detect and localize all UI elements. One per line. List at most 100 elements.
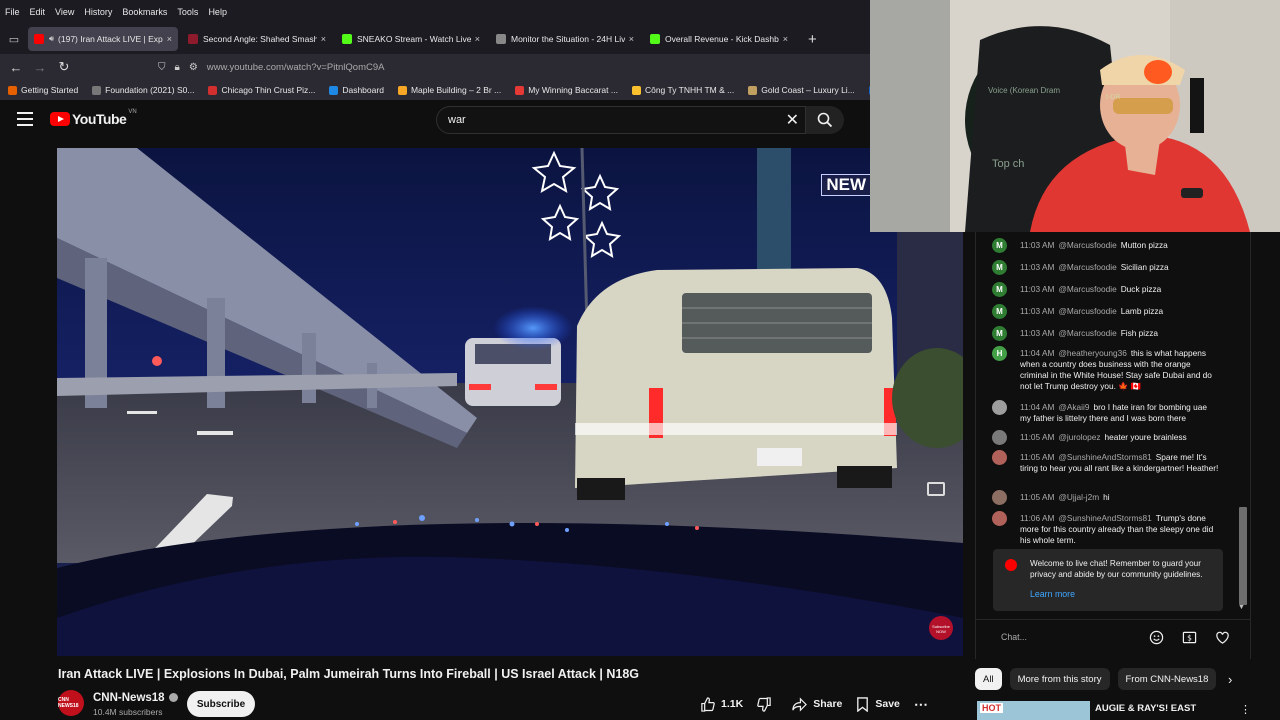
bookmark-item[interactable]: Gold Coast – Luxury Li... <box>748 85 855 95</box>
chat-scrollbar-thumb[interactable] <box>1239 507 1247 605</box>
channel-avatar[interactable]: CNN NEWS18 <box>58 690 84 716</box>
channel-name[interactable]: CNN-News18 <box>93 692 178 704</box>
browser-tab[interactable]: Monitor the Situation - 24H Liv × <box>490 27 640 51</box>
video-player[interactable]: NEW Subscribe NOW <box>57 148 963 656</box>
emoji-icon[interactable] <box>1149 630 1164 645</box>
recommendation-title[interactable]: AUGIE & RAY'S! EAST <box>1095 703 1196 714</box>
thumbnail-tag: HOT <box>980 703 1003 713</box>
menu-bar: File Edit View History Bookmarks Tools Help <box>0 0 870 24</box>
tab-close-icon[interactable]: × <box>783 34 788 44</box>
lock-icon[interactable]: 🔒︎ <box>175 62 180 73</box>
chat-input[interactable]: Chat... <box>1001 632 1027 642</box>
chat-author-avatar[interactable]: M <box>992 304 1007 319</box>
share-button[interactable]: Share <box>792 696 842 712</box>
tab-close-icon[interactable]: × <box>167 34 172 44</box>
subscribe-watermark[interactable]: Subscribe NOW <box>929 616 953 640</box>
menu-item-file[interactable]: File <box>0 7 25 17</box>
recommendation-thumbnail[interactable]: HOT <box>977 701 1090 720</box>
browser-tab[interactable]: SNEAKO Stream - Watch Live o × <box>336 27 486 51</box>
chat-author-name[interactable]: @jurolopez <box>1058 432 1100 442</box>
chat-author-avatar[interactable]: M <box>992 326 1007 341</box>
chat-scroll-down-icon[interactable]: ▼ <box>1238 604 1245 611</box>
filter-chip[interactable]: From CNN-News18 <box>1117 668 1217 690</box>
browser-tab[interactable]: 🔊︎ (197) Iran Attack LIVE | Expl × <box>28 27 178 51</box>
chat-author-avatar[interactable]: M <box>992 260 1007 275</box>
chat-author-name[interactable]: @Marcusfoodie <box>1058 262 1116 272</box>
recommendation-menu-icon[interactable]: ⋮ <box>1240 703 1251 716</box>
chat-author-avatar[interactable]: M <box>992 238 1007 253</box>
thumbs-down-icon <box>757 696 771 712</box>
heart-icon[interactable] <box>1215 630 1230 645</box>
url-text[interactable]: www.youtube.com/watch?v=PitnlQomC9A <box>207 62 385 73</box>
tracking-shield-icon[interactable]: ⛉ <box>158 62 166 73</box>
tab-favicon-icon <box>188 34 198 44</box>
filter-chip[interactable]: More from this story <box>1009 668 1110 690</box>
chat-message-body: 11:03 AM @Marcusfoodie Fish pizza <box>1020 328 1220 339</box>
chat-author-avatar[interactable] <box>992 430 1007 445</box>
tab-audio-icon[interactable]: 🔊︎ <box>49 34 54 44</box>
chat-author-name[interactable]: @heatheryoung36 <box>1058 348 1126 358</box>
browser-tab[interactable]: Second Angle: Shahed Smashe × <box>182 27 332 51</box>
chat-author-avatar[interactable] <box>992 511 1007 526</box>
bookmark-item[interactable]: Getting Started <box>8 85 78 95</box>
bookmark-item[interactable]: Foundation (2021) S0... <box>92 85 194 95</box>
chat-author-name[interactable]: @Ujjal-j2m <box>1058 492 1099 502</box>
menu-item-view[interactable]: View <box>50 7 79 17</box>
chat-author-avatar[interactable]: H <box>992 346 1007 361</box>
tab-favicon-icon <box>650 34 660 44</box>
chat-author-name[interactable]: @Marcusfoodie <box>1058 328 1116 338</box>
browser-tab[interactable]: Overall Revenue - Kick Dashbo × <box>644 27 794 51</box>
bookmark-item[interactable]: Maple Building – 2 Br ... <box>397 85 501 95</box>
chat-author-name[interactable]: @Akaii9 <box>1058 402 1089 412</box>
clear-search-icon[interactable]: ✕ <box>786 110 799 130</box>
menu-item-edit[interactable]: Edit <box>25 7 51 17</box>
chat-author-name[interactable]: @Marcusfoodie <box>1058 284 1116 294</box>
tab-close-icon[interactable]: × <box>321 34 326 44</box>
dislike-button[interactable] <box>757 696 778 712</box>
learn-more-link[interactable]: Learn more <box>1030 589 1075 600</box>
chat-author-avatar[interactable] <box>992 400 1007 415</box>
url-bar[interactable]: ⛉ 🔒︎ ⚙︎ www.youtube.com/watch?v=PitnlQom… <box>158 57 870 77</box>
chat-author-name[interactable]: @Marcusfoodie <box>1058 306 1116 316</box>
menu-item-help[interactable]: Help <box>203 7 232 17</box>
chat-input-area[interactable]: Chat... $ <box>976 619 1250 655</box>
search-value[interactable]: war <box>448 114 466 126</box>
search-button[interactable] <box>806 106 844 134</box>
reload-button[interactable]: ↻ <box>52 59 76 75</box>
permissions-icon[interactable]: ⚙︎ <box>189 62 198 73</box>
chat-author-name[interactable]: @Marcusfoodie <box>1058 240 1116 250</box>
filter-chip[interactable]: All <box>975 668 1002 690</box>
bookmark-favicon-icon <box>92 85 102 95</box>
tab-close-icon[interactable]: × <box>629 34 634 44</box>
menu-item-bookmarks[interactable]: Bookmarks <box>117 7 172 17</box>
chat-author-name[interactable]: @SunshineAndStorms81 <box>1058 452 1151 462</box>
channel-name-text[interactable]: CNN-News18 <box>93 692 165 704</box>
forward-button[interactable]: → <box>28 60 52 75</box>
chat-author-name[interactable]: @SunshineAndStorms81 <box>1058 513 1151 523</box>
youtube-logo[interactable]: YouTube VN <box>50 109 137 127</box>
bookmark-item[interactable]: Dashboard <box>329 85 384 95</box>
chips-next-icon[interactable]: › <box>1228 672 1232 687</box>
more-actions-icon[interactable]: ⋯ <box>914 696 928 713</box>
chat-author-avatar[interactable] <box>992 490 1007 505</box>
bookmark-item[interactable]: Công Ty TNHH TM & ... <box>631 85 734 95</box>
save-button[interactable]: Save <box>856 696 900 712</box>
menu-item-history[interactable]: History <box>79 7 117 17</box>
chat-author-avatar[interactable] <box>992 450 1007 465</box>
chat-author-avatar[interactable]: M <box>992 282 1007 297</box>
like-button[interactable]: 1.1K <box>700 696 743 712</box>
new-tab-button[interactable]: + <box>808 31 817 48</box>
tab-close-icon[interactable]: × <box>475 34 480 44</box>
bookmark-item[interactable]: My Winning Baccarat ... <box>515 85 618 95</box>
tab-overview-icon[interactable]: ▭ <box>0 24 28 54</box>
back-button[interactable]: ← <box>4 60 28 75</box>
chat-message-body: 11:03 AM @Marcusfoodie Duck pizza <box>1020 284 1220 295</box>
search-input[interactable]: war ✕ <box>436 106 806 134</box>
super-chat-icon[interactable]: $ <box>1182 630 1197 645</box>
picture-in-picture-icon[interactable] <box>927 482 945 496</box>
bookmark-item[interactable]: Chicago Thin Crust Piz... <box>208 85 315 95</box>
menu-item-tools[interactable]: Tools <box>172 7 203 17</box>
subscribe-button[interactable]: Subscribe <box>187 691 255 717</box>
menu-hamburger-icon[interactable] <box>17 112 33 126</box>
video-frame <box>57 148 963 656</box>
